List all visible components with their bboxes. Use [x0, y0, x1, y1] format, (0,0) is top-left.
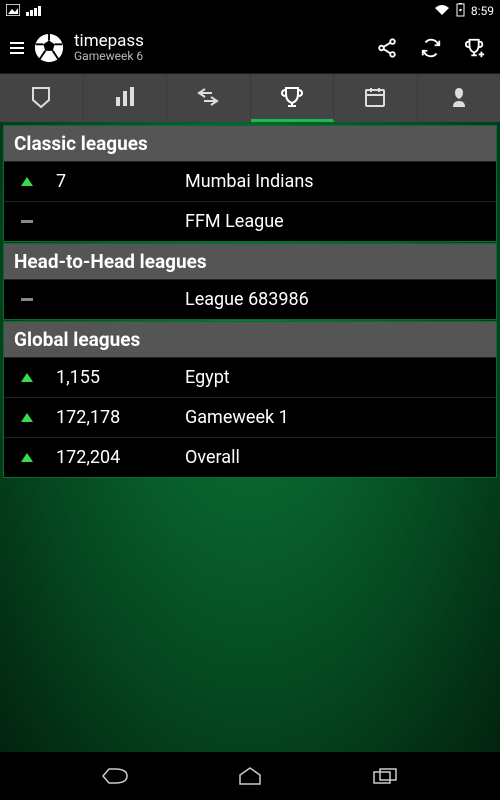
title-block[interactable]: timepass Gameweek 6	[74, 32, 366, 64]
refresh-button[interactable]	[420, 37, 442, 59]
status-time: 8:59	[471, 4, 494, 18]
league-row[interactable]: 7 Mumbai Indians	[4, 161, 496, 201]
picture-icon	[6, 4, 20, 19]
global-leagues-panel: Global leagues 1,155 Egypt 172,178 Gamew…	[3, 321, 497, 478]
app-header: timepass Gameweek 6	[0, 22, 500, 74]
tab-fixtures[interactable]	[334, 74, 418, 122]
android-nav-bar	[0, 752, 500, 800]
share-button[interactable]	[376, 37, 398, 59]
tab-pitch[interactable]	[0, 74, 84, 122]
battery-charging-icon	[456, 3, 465, 20]
league-row[interactable]: FFM League	[4, 201, 496, 241]
add-league-button[interactable]	[464, 37, 486, 59]
back-button[interactable]	[95, 764, 135, 788]
league-row[interactable]: League 683986	[4, 279, 496, 319]
gameweek-label: Gameweek 6	[74, 50, 366, 63]
signal-icon	[26, 6, 41, 16]
movement-up-icon	[4, 453, 50, 462]
league-name: Gameweek 1	[185, 407, 496, 428]
league-rank: 1,155	[50, 367, 185, 388]
movement-up-icon	[4, 373, 50, 382]
tab-bar	[0, 74, 500, 122]
league-name: Egypt	[185, 367, 496, 388]
h2h-leagues-header: Head-to-Head leagues	[4, 244, 496, 279]
league-rank: 172,178	[50, 407, 185, 428]
tab-leagues[interactable]	[251, 74, 335, 122]
movement-same-icon	[4, 298, 50, 301]
wifi-icon	[434, 4, 450, 19]
global-leagues-header: Global leagues	[4, 322, 496, 357]
status-bar: 8:59	[0, 0, 500, 22]
tab-transfers[interactable]	[167, 74, 251, 122]
tab-manager[interactable]	[418, 74, 500, 122]
league-name: Mumbai Indians	[185, 171, 496, 192]
classic-leagues-panel: Classic leagues 7 Mumbai Indians FFM Lea…	[3, 125, 497, 242]
app-logo-icon	[34, 33, 64, 63]
league-rank: 172,204	[50, 447, 185, 468]
classic-leagues-header: Classic leagues	[4, 126, 496, 161]
movement-same-icon	[4, 220, 50, 223]
movement-up-icon	[4, 177, 50, 186]
team-name: timepass	[74, 32, 366, 51]
league-row[interactable]: 172,204 Overall	[4, 437, 496, 477]
movement-up-icon	[4, 413, 50, 422]
league-name: League 683986	[185, 289, 496, 310]
menu-button[interactable]	[10, 42, 24, 54]
league-rank: 7	[50, 171, 185, 192]
recents-button[interactable]	[365, 764, 405, 788]
league-row[interactable]: 1,155 Egypt	[4, 357, 496, 397]
tab-stats[interactable]	[84, 74, 168, 122]
league-row[interactable]: 172,178 Gameweek 1	[4, 397, 496, 437]
home-button[interactable]	[230, 764, 270, 788]
h2h-leagues-panel: Head-to-Head leagues League 683986	[3, 243, 497, 320]
league-name: Overall	[185, 447, 496, 468]
leagues-content: Classic leagues 7 Mumbai Indians FFM Lea…	[0, 122, 500, 752]
league-name: FFM League	[185, 211, 496, 232]
